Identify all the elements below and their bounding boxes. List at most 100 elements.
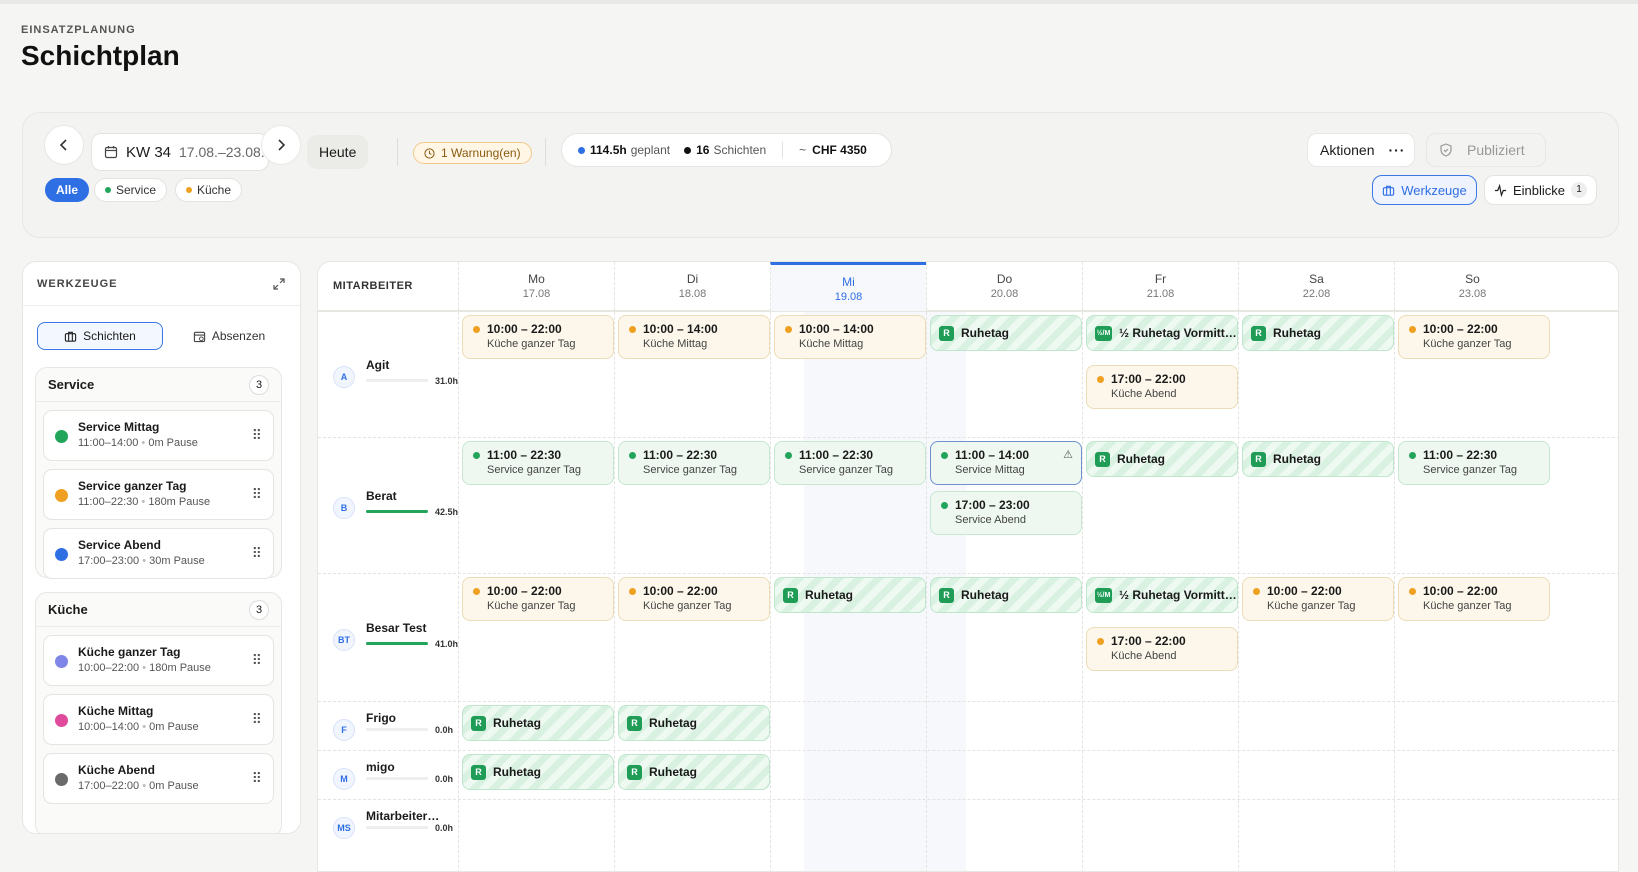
shift-block[interactable]: 11:00 – 22:30 Service ganzer Tag [1398, 441, 1550, 485]
shift-block[interactable]: 10:00 – 22:00 Küche ganzer Tag [1398, 315, 1550, 359]
rest-label: Ruhetag [1273, 326, 1321, 340]
template-pause: 30m Pause [149, 555, 205, 567]
tab-absences[interactable]: Absenzen [173, 322, 285, 350]
template-meta: 10:00–14:00 • 0m Pause [78, 721, 199, 733]
planned-hours: 114.5h [590, 143, 627, 157]
drag-handle-icon[interactable]: ⠿ [252, 486, 262, 503]
shift-block[interactable]: 11:00 – 22:30 Service ganzer Tag [774, 441, 926, 485]
activity-icon [1494, 183, 1507, 197]
shift-block[interactable]: 10:00 – 14:00 Küche Mittag [774, 315, 926, 359]
row-divider [318, 799, 1618, 800]
column-divider [614, 262, 615, 871]
rest-label: Ruhetag [493, 716, 541, 730]
shift-time: 11:00 – 22:30 [799, 448, 874, 462]
rest-label: Ruhetag [1273, 452, 1321, 466]
drag-handle-icon[interactable]: ⠿ [252, 427, 262, 444]
shift-block[interactable]: 11:00 – 22:30 Service ganzer Tag [618, 441, 770, 485]
shift-block[interactable]: 10:00 – 22:00 Küche ganzer Tag [618, 577, 770, 621]
rest-day-block[interactable]: R Ruhetag [930, 577, 1082, 613]
shift-block[interactable]: 17:00 – 22:00 Küche Abend [1086, 627, 1238, 671]
filter-all[interactable]: Alle [45, 178, 90, 202]
rest-day-block[interactable]: R Ruhetag [618, 754, 770, 790]
calendar-clock-icon [193, 331, 205, 342]
publish-button[interactable]: Publiziert [1426, 133, 1546, 167]
clock-icon [424, 147, 435, 159]
shift-template-card[interactable]: Küche ganzer Tag 10:00–22:00 • 180m Pause… [43, 635, 274, 686]
tab-shifts[interactable]: Schichten [37, 322, 163, 350]
shift-block[interactable]: 17:00 – 22:00 Küche Abend [1086, 365, 1238, 409]
avatar: A [333, 366, 355, 388]
shift-template-card[interactable]: Küche Mittag 10:00–14:00 • 0m Pause ⠿ [43, 694, 274, 745]
warning-icon: ⚠ [1063, 449, 1073, 461]
drag-handle-icon[interactable]: ⠿ [252, 770, 262, 787]
shift-template-card[interactable]: Service ganzer Tag 11:00–22:30 • 180m Pau… [43, 469, 274, 520]
template-pause: 0m Pause [149, 721, 199, 733]
shift-template-card[interactable]: Service Abend 17:00–23:00 • 30m Pause ⠿ [43, 528, 274, 579]
tools-toggle-button[interactable]: Werkzeuge [1372, 175, 1477, 205]
rest-day-block[interactable]: R Ruhetag [1086, 441, 1238, 477]
warning-text: 1 Warnung(en) [441, 146, 521, 160]
today-button[interactable]: Heute [307, 135, 369, 169]
shift-template-card[interactable]: Küche Abend 17:00–22:00 • 0m Pause ⠿ [43, 753, 274, 804]
filter-kitchen-label: Küche [197, 183, 232, 197]
shift-dot [1409, 325, 1416, 333]
group-name: Küche [48, 602, 88, 617]
actions-button[interactable]: Aktionen ··· [1307, 133, 1415, 167]
template-name: Küche Mittag [78, 704, 154, 718]
header-divider [318, 311, 1618, 312]
rest-badge-icon: R [471, 764, 486, 780]
rest-day-block[interactable]: R Ruhetag [618, 705, 770, 741]
drag-handle-icon[interactable]: ⠿ [252, 711, 262, 728]
shift-template-card[interactable]: Service Mittag 11:00–14:00 • 0m Pause ⠿ [43, 410, 274, 461]
shift-time: 10:00 – 14:00 [799, 322, 874, 336]
filter-service[interactable]: Service [94, 178, 168, 202]
shift-block[interactable]: 10:00 – 22:00 Küche ganzer Tag [1398, 577, 1550, 621]
shift-block[interactable]: 10:00 – 22:00 Küche ganzer Tag [462, 315, 614, 359]
drag-handle-icon[interactable]: ⠿ [252, 652, 262, 669]
shift-dot [1097, 637, 1104, 645]
rest-badge-icon: R [1251, 451, 1266, 467]
week-selector[interactable]: KW 34 17.08.–23.08. [91, 133, 269, 171]
week-number: KW 34 [126, 143, 172, 161]
half-rest-day-block[interactable]: ½/M ½ Ruhetag Vormitt… [1086, 315, 1238, 351]
shift-time-row: 10:00 – 22:00 [473, 322, 613, 336]
rest-day-block[interactable]: R Ruhetag [1242, 441, 1394, 477]
day-name: Mi [842, 275, 855, 289]
shift-time: 11:00 – 22:30 [487, 448, 562, 462]
shift-block[interactable]: 11:00 – 22:30 Service ganzer Tag [462, 441, 614, 485]
column-divider [458, 262, 459, 871]
expand-icon[interactable] [272, 277, 286, 291]
insights-button[interactable]: Einblicke 1 [1484, 175, 1597, 205]
tools-label: Werkzeuge [1401, 182, 1467, 198]
warning-badge[interactable]: 1 Warnung(en) [413, 142, 532, 164]
next-week-button[interactable] [261, 125, 301, 165]
column-divider [770, 262, 771, 871]
rest-day-block[interactable]: R Ruhetag [774, 577, 926, 613]
shift-block[interactable]: 10:00 – 22:00 Küche ganzer Tag [462, 577, 614, 621]
employee-name: Agit [366, 358, 390, 372]
rest-day-block[interactable]: R Ruhetag [462, 705, 614, 741]
shift-label: Küche ganzer Tag [1423, 338, 1512, 350]
shifts-dot [684, 146, 692, 154]
shift-time: 10:00 – 22:00 [1423, 584, 1498, 598]
employee-name: Besar Test [366, 621, 427, 635]
shift-dot [473, 587, 480, 595]
shift-block[interactable]: 10:00 – 22:00 Küche ganzer Tag [1242, 577, 1394, 621]
shift-dot [629, 451, 636, 459]
rest-day-block[interactable]: R Ruhetag [462, 754, 614, 790]
template-color-dot [55, 655, 68, 668]
drag-handle-icon[interactable]: ⠿ [252, 545, 262, 562]
filter-kitchen[interactable]: Küche [175, 178, 243, 202]
day-header-do: Do 20.08 [926, 262, 1082, 311]
prev-week-button[interactable] [44, 125, 84, 165]
hours-bar [366, 510, 428, 513]
rest-day-block[interactable]: R Ruhetag [1242, 315, 1394, 351]
shift-block[interactable]: 10:00 – 14:00 Küche Mittag [618, 315, 770, 359]
shift-block[interactable]: 17:00 – 23:00 Service Abend [930, 491, 1082, 535]
shift-label: Küche Abend [1111, 388, 1177, 400]
employee-name: Berat [366, 489, 397, 503]
rest-day-block[interactable]: R Ruhetag [930, 315, 1082, 351]
half-rest-day-block[interactable]: ½/M ½ Ruhetag Vormitt… [1086, 577, 1238, 613]
shift-block[interactable]: 11:00 – 14:00 Service Mittag ⚠ [930, 441, 1082, 485]
day-date: 22.08 [1302, 288, 1331, 300]
